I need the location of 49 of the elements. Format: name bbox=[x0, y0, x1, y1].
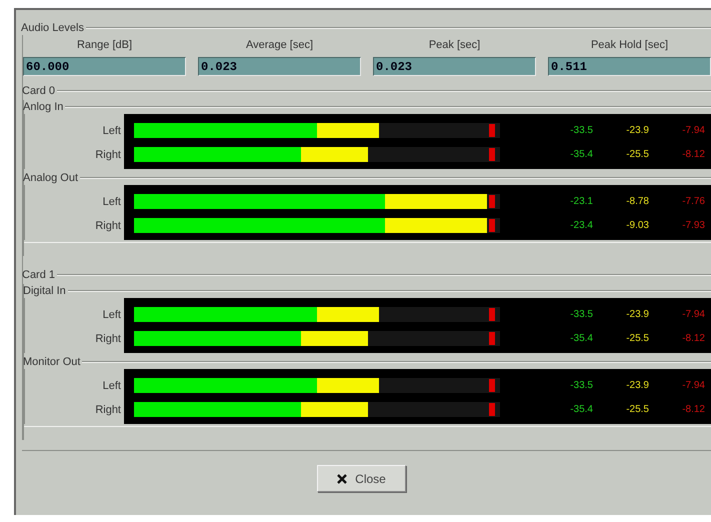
channel-label: Left bbox=[102, 308, 122, 323]
group-title: Anlog In bbox=[22, 101, 64, 113]
level-reading: -33.5 bbox=[569, 380, 593, 390]
group-title: Analog Out bbox=[22, 172, 80, 184]
level-reading: -8.12 bbox=[681, 148, 705, 160]
value-field[interactable]: 0.023 bbox=[198, 57, 361, 76]
level-reading: -35.4 bbox=[569, 148, 593, 160]
channel-label: Left bbox=[102, 124, 122, 139]
value-field[interactable]: 0.511 bbox=[548, 57, 711, 76]
field-label: Peak [sec] bbox=[428, 38, 482, 53]
channel-label: Right bbox=[94, 403, 122, 418]
level-reading: -8.78 bbox=[625, 196, 649, 206]
level-reading: -7.76 bbox=[681, 196, 705, 206]
value-field[interactable]: 0.023 bbox=[373, 57, 536, 76]
level-reading: -23.4 bbox=[569, 220, 593, 230]
level-reading: -25.5 bbox=[625, 404, 649, 414]
level-reading: -8.12 bbox=[681, 332, 705, 344]
field-label: Average [sec] bbox=[244, 38, 314, 53]
level-reading: -23.9 bbox=[625, 308, 649, 320]
level-reading: -7.93 bbox=[681, 220, 705, 230]
close-button[interactable]: Close bbox=[317, 465, 406, 492]
channel-label: Right bbox=[94, 219, 122, 234]
channel-label: Left bbox=[102, 195, 122, 210]
level-reading: -7.94 bbox=[681, 380, 705, 390]
level-reading: -25.5 bbox=[625, 332, 649, 344]
level-reading: -23.9 bbox=[625, 380, 649, 390]
field-label: Range [dB] bbox=[76, 38, 134, 53]
group-title: Digital In bbox=[22, 285, 67, 297]
level-reading: -35.4 bbox=[569, 332, 593, 344]
channel-label: Right bbox=[94, 332, 122, 347]
level-reading: -23.1 bbox=[569, 196, 593, 206]
field-label: Peak Hold [sec] bbox=[590, 38, 670, 53]
close-icon bbox=[337, 474, 348, 484]
level-reading: -8.12 bbox=[681, 404, 705, 414]
group-title: Audio Levels bbox=[20, 22, 85, 34]
value-field[interactable]: 60.000 bbox=[23, 57, 186, 76]
channel-label: Left bbox=[102, 379, 122, 394]
level-reading: -33.5 bbox=[569, 124, 593, 136]
level-reading: -33.5 bbox=[569, 308, 593, 320]
group-title: Card 0 bbox=[21, 85, 56, 97]
group-title: Monitor Out bbox=[22, 356, 82, 368]
level-reading: -35.4 bbox=[569, 404, 593, 414]
level-reading: -7.94 bbox=[681, 308, 705, 320]
level-reading: -25.5 bbox=[625, 148, 649, 160]
group-title: Card 1 bbox=[21, 269, 56, 281]
level-reading: -9.03 bbox=[625, 220, 649, 230]
channel-label: Right bbox=[94, 148, 122, 163]
level-reading: -23.9 bbox=[625, 124, 649, 136]
level-reading: -7.94 bbox=[681, 124, 705, 136]
